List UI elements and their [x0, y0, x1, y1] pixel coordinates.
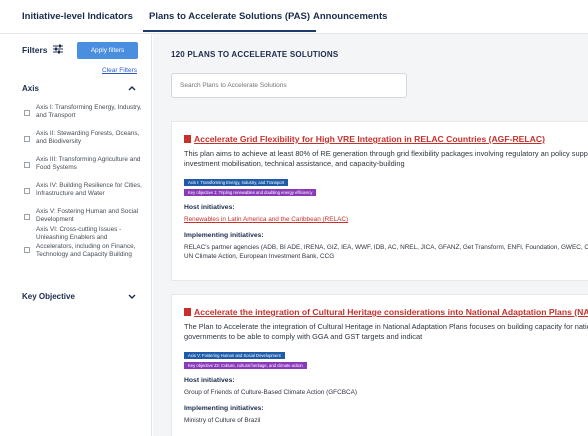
implementing-initiatives-label: Implementing initiatives:	[184, 232, 264, 239]
key-objective-tag: Key objective 23: Culture, cultural heri…	[184, 362, 307, 369]
axis-tag: Axis V: Fostering Human and Social Devel…	[184, 352, 285, 359]
axis-checkbox[interactable]	[24, 247, 30, 253]
axis-filter-label: Axis I: Transforming Energy, Industry, a…	[36, 104, 142, 120]
tab-plans-to-accelerate-solutions[interactable]: Plans to Accelerate Solutions (PAS)	[142, 11, 317, 32]
host-initiative-value: Group of Friends of Culture-Based Climat…	[184, 389, 357, 396]
implementing-initiatives-label: Implementing initiatives:	[184, 405, 264, 412]
plan-description: This plan aims to achieve at least 80% o…	[184, 149, 588, 168]
clear-filters-link[interactable]: Clear Filters	[102, 67, 137, 74]
axis-filter-label: Axis IV: Building Resilience for Cities,…	[36, 182, 142, 198]
axis-checkbox[interactable]	[24, 162, 30, 168]
axis-filter-item[interactable]: Axis III: Transforming Agriculture and F…	[24, 156, 142, 173]
apply-filters-button[interactable]: Apply filters	[77, 42, 138, 59]
host-initiatives-label: Host initiatives:	[184, 204, 235, 211]
plan-title-link[interactable]: Accelerate Grid Flexibility for High VRE…	[184, 134, 545, 144]
key-objective-tag: Key objective 1: Tripling renewables and…	[184, 189, 317, 196]
search-plans-input[interactable]	[171, 73, 407, 98]
host-initiative-link[interactable]: Renewables in Latin America and the Cari…	[184, 216, 348, 223]
filters-title: Filters	[22, 45, 48, 55]
implementing-initiatives-value: RELAC's partner agencies (ADB, BI ADE, I…	[184, 244, 588, 260]
tab-announcements[interactable]: Announcements	[313, 11, 387, 22]
axis-section-title[interactable]: Axis	[22, 84, 39, 93]
top-navigation: Initiative-level Indicators Plans to Acc…	[0, 0, 588, 34]
axis-tag: Axis I: Transforming Energy, Industry, a…	[184, 179, 289, 186]
pdf-icon	[184, 308, 191, 316]
axis-checkbox[interactable]	[24, 188, 30, 194]
axis-filter-label: Axis II: Stewarding Forests, Oceans, and…	[36, 130, 140, 146]
plan-title-link[interactable]: Accelerate the integration of Cultural H…	[184, 307, 588, 317]
filter-sliders-icon	[53, 44, 63, 54]
axis-filter-item[interactable]: Axis I: Transforming Energy, Industry, a…	[24, 104, 142, 121]
axis-filter-label: Axis VI: Cross-cutting Issues - Unleashi…	[36, 226, 136, 259]
plan-description: The Plan to Accelerate the integration o…	[184, 322, 588, 341]
axis-checkbox[interactable]	[24, 136, 30, 142]
plans-main-area: 120 PLANS TO ACCELERATE SOLUTIONS Accele…	[153, 34, 588, 436]
axis-checkbox[interactable]	[24, 110, 30, 116]
plan-card: Accelerate Grid Flexibility for High VRE…	[171, 121, 588, 281]
chevron-down-icon[interactable]	[127, 291, 137, 301]
axis-filter-label: Axis III: Transforming Agriculture and F…	[36, 156, 141, 172]
pdf-icon	[184, 135, 191, 143]
implementing-initiatives-value: Ministry of Culture of Brazil	[184, 417, 261, 424]
axis-filter-item[interactable]: Axis VI: Cross-cutting Issues - Unleashi…	[24, 226, 142, 260]
filters-sidebar: Filters Apply filters Clear Filters Axis…	[0, 34, 152, 436]
axis-filter-item[interactable]: Axis IV: Building Resilience for Cities,…	[24, 182, 142, 199]
axis-checkbox[interactable]	[24, 214, 30, 220]
key-objective-section-title[interactable]: Key Objective	[22, 292, 75, 301]
axis-filter-label: Axis V: Fostering Human and Social Devel…	[36, 208, 139, 224]
tab-initiative-level-indicators[interactable]: Initiative-level Indicators	[22, 11, 133, 22]
plan-title-text: Accelerate Grid Flexibility for High VRE…	[194, 134, 545, 144]
axis-filter-item[interactable]: Axis II: Stewarding Forests, Oceans, and…	[24, 130, 142, 147]
plan-card: Accelerate the integration of Cultural H…	[171, 294, 588, 436]
axis-filter-item[interactable]: Axis V: Fostering Human and Social Devel…	[24, 208, 142, 225]
host-initiatives-label: Host initiatives:	[184, 377, 235, 384]
plan-title-text: Accelerate the integration of Cultural H…	[194, 307, 588, 317]
chevron-up-icon[interactable]	[127, 83, 137, 93]
plans-count-title: 120 PLANS TO ACCELERATE SOLUTIONS	[171, 50, 339, 59]
